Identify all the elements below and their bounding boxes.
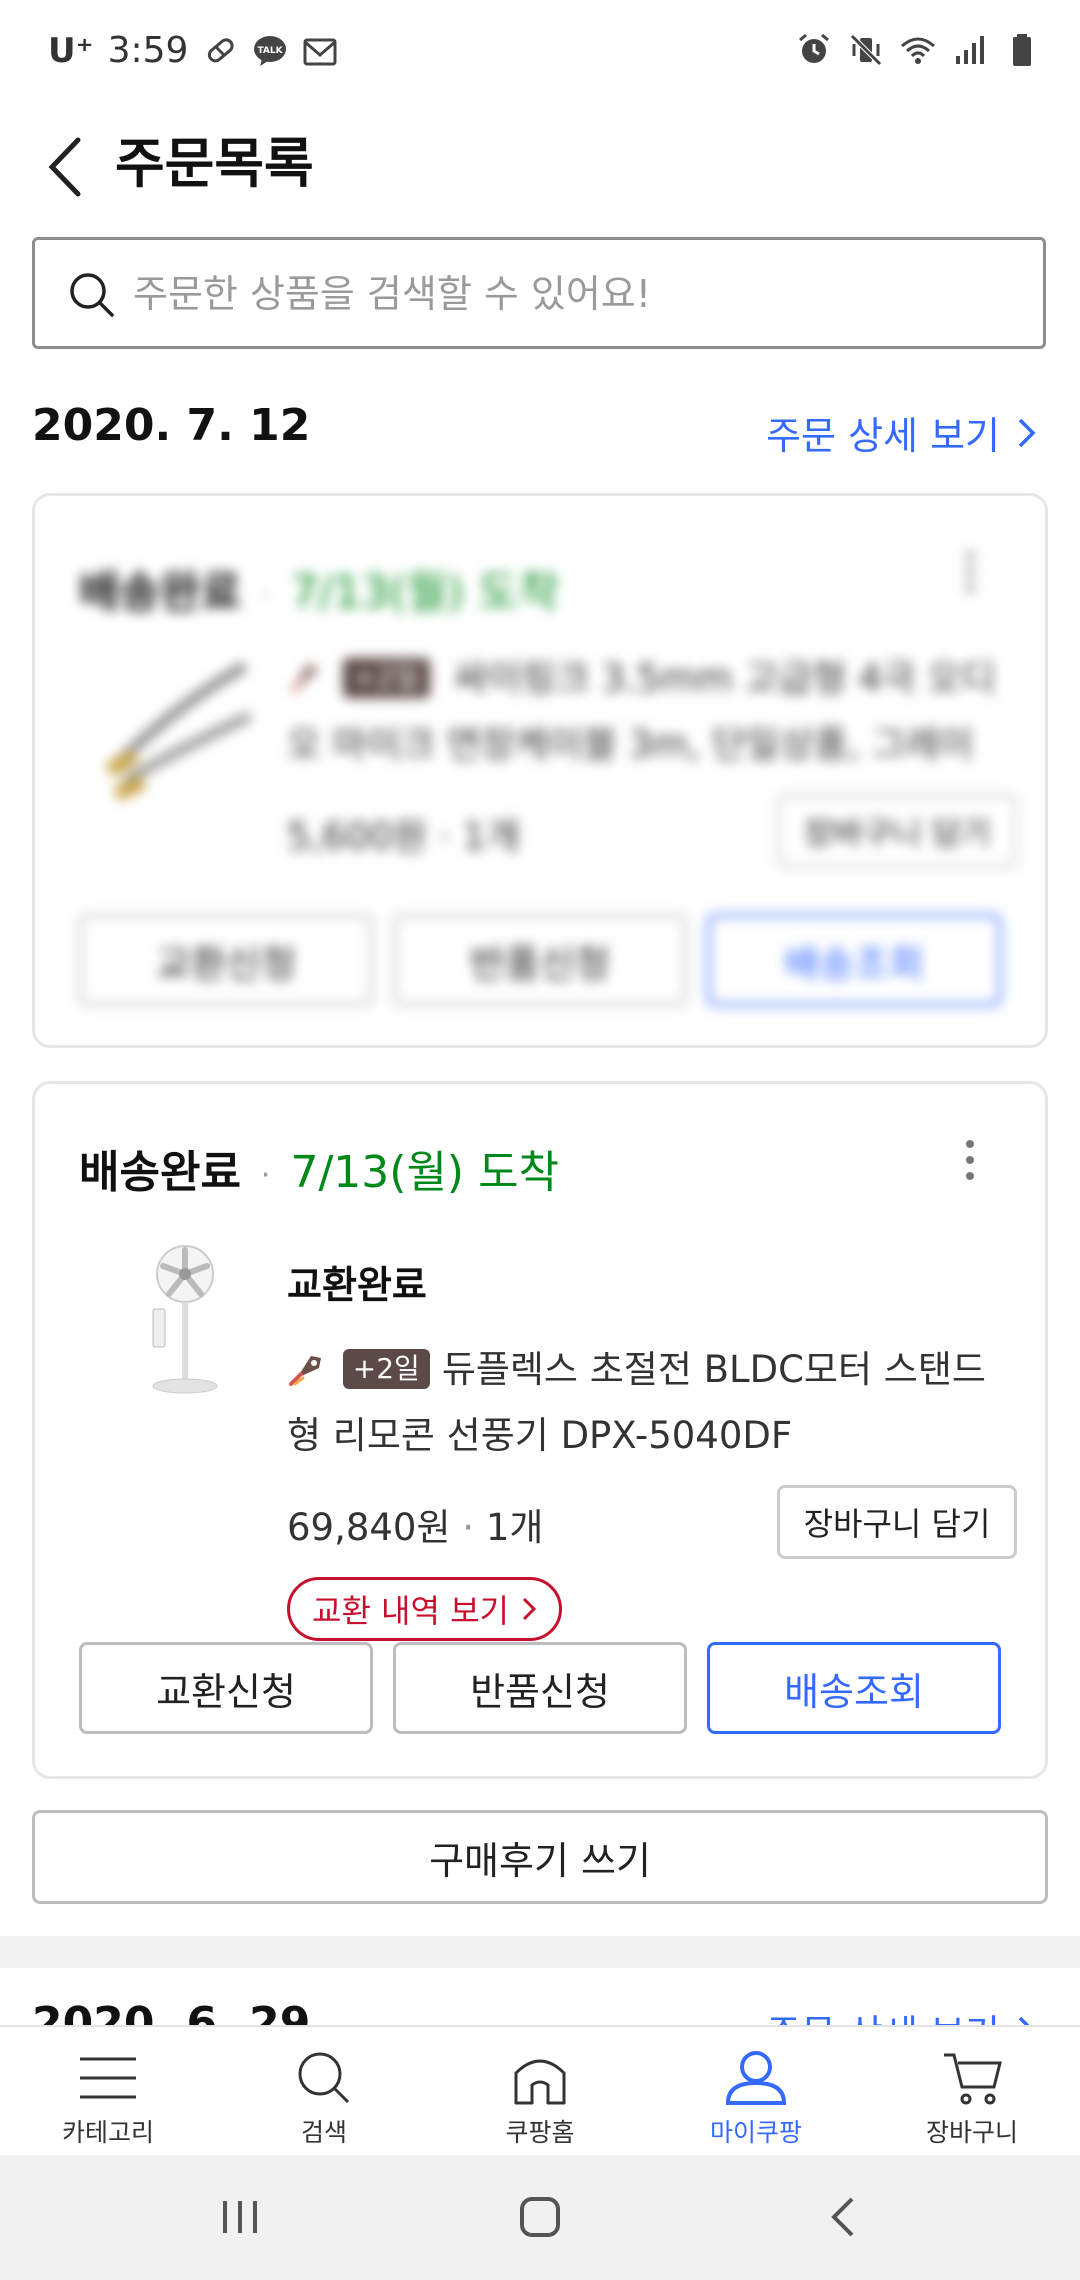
tab-cart[interactable]: 장바구니	[864, 2027, 1080, 2157]
rocket-delivery-icon	[289, 1356, 321, 1386]
delivery-status: 배송완료 · 7/13(월) 도착	[79, 1136, 559, 1200]
tab-category[interactable]: 카테고리	[0, 2027, 216, 2157]
exchange-request-button[interactable]: 교환신청	[79, 914, 373, 1006]
tab-home[interactable]: 쿠팡홈	[432, 2027, 648, 2157]
more-options-icon[interactable]	[955, 1134, 985, 1194]
back-icon[interactable]	[38, 122, 108, 212]
tab-label: 장바구니	[925, 2118, 1018, 2147]
signal-icon	[956, 36, 984, 64]
home-icon	[514, 2059, 566, 2105]
status-label: 배송완료	[79, 567, 241, 618]
order-card-1: 배송완료 · 7/13(월) 도착 +2일 싸이링크 3.5mm 고급형 4극 …	[32, 493, 1048, 1048]
tab-search[interactable]: 검색	[216, 2027, 432, 2157]
more-options-icon[interactable]	[955, 546, 985, 606]
price: 5,600원 · 1개	[287, 815, 520, 858]
pill-icon	[208, 37, 235, 62]
status-label: 배송완료	[79, 1147, 241, 1198]
menu-icon	[80, 2057, 136, 2099]
search-icon	[70, 273, 114, 317]
add-to-cart-button[interactable]: 장바구니 담기	[777, 1485, 1017, 1559]
tab-label: 쿠팡홈	[505, 2118, 575, 2147]
status-separator: ·	[260, 577, 271, 613]
battery-icon	[1013, 34, 1031, 66]
order-detail-link[interactable]: 주문 상세 보기	[766, 405, 1038, 460]
exchange-status: 교환완료	[287, 1263, 427, 1307]
track-delivery-button[interactable]: 배송조회	[707, 1642, 1001, 1734]
status-bar-right	[796, 32, 1040, 68]
product-info: 교환완료 +2일 듀플렉스 초절전 BLDC모터 스탠드형 리모콘 선풍기 DPX…	[287, 1254, 1017, 1641]
clock: 3:59	[107, 30, 189, 71]
status-separator: ·	[260, 1157, 271, 1193]
page-title: 주문목록	[115, 132, 314, 195]
quantity: 1개	[485, 1506, 544, 1549]
bottom-tab-bar: 카테고리 검색 쿠팡홈 마이쿠팡 장바구니	[0, 2025, 1080, 2157]
return-request-button[interactable]: 반품신청	[393, 914, 687, 1006]
search-bar[interactable]	[32, 237, 1046, 349]
status-bar-left: U⁺ 3:59 TALK	[48, 30, 338, 71]
mail-icon	[303, 38, 337, 65]
tab-label: 카테고리	[61, 2118, 154, 2147]
exchange-history-button[interactable]: 교환 내역 보기	[287, 1577, 562, 1641]
rocket-delivery-icon	[291, 665, 319, 693]
home-nav-icon[interactable]	[505, 2185, 575, 2249]
chevron-right-icon	[522, 1597, 537, 1621]
chevron-right-icon	[1018, 418, 1036, 447]
exchange-history-label: 교환 내역 보기	[312, 1592, 509, 1630]
app-header: 주문목록	[0, 110, 1080, 230]
price-value: 5,600원	[287, 815, 427, 858]
track-delivery-button[interactable]: 배송조회	[707, 914, 1001, 1006]
order-date: 2020. 7. 12	[32, 400, 311, 451]
recent-apps-icon[interactable]	[205, 2185, 275, 2249]
arrival-date: 7/13(월) 도착	[290, 1147, 560, 1198]
system-nav-bar	[0, 2155, 1080, 2280]
tab-label: 마이쿠팡	[709, 2118, 802, 2147]
tab-my-coupang[interactable]: 마이쿠팡	[648, 2027, 864, 2157]
delivery-status: 배송완료 · 7/13(월) 도착	[79, 556, 559, 620]
add-to-cart-button[interactable]: 장바구니 담기	[777, 794, 1017, 868]
product-info: +2일 싸이링크 3.5mm 고급형 4극 오디오 마이크 연장케이블 3m, …	[287, 646, 1017, 874]
talk-icon: TALK	[254, 35, 287, 66]
order-detail-label: 주문 상세 보기	[766, 414, 1000, 458]
back-nav-icon[interactable]	[810, 2185, 880, 2249]
price-value: 69,840원	[287, 1506, 451, 1549]
product-name-line[interactable]: +2일 싸이링크 3.5mm 고급형 4극 오디오 마이크 연장케이블 3m, …	[287, 646, 1017, 778]
arrival-date: 7/13(월) 도착	[290, 567, 560, 618]
price: 69,840원 · 1개	[287, 1506, 544, 1549]
quantity: 1개	[462, 815, 520, 858]
talk-badge-text: TALK	[258, 46, 284, 56]
delivery-badge: +2일	[342, 1349, 430, 1389]
product-thumbnail[interactable]	[105, 646, 255, 826]
carrier-label: U⁺	[48, 30, 94, 71]
price-row: 5,600원 · 1개 장바구니 담기	[287, 794, 1017, 874]
return-request-button[interactable]: 반품신청	[393, 1642, 687, 1734]
exchange-request-button[interactable]: 교환신청	[79, 1642, 373, 1734]
tab-label: 검색	[300, 2118, 347, 2147]
section-divider	[0, 1936, 1080, 1968]
vibrate-mute-icon	[850, 34, 882, 66]
search-icon	[298, 2052, 350, 2104]
delivery-badge: +2일	[342, 658, 430, 698]
wifi-icon	[901, 37, 935, 64]
user-icon	[725, 2051, 787, 2105]
search-input[interactable]	[131, 240, 1015, 348]
product-thumbnail[interactable]	[105, 1234, 255, 1414]
price-row: 69,840원 · 1개 장바구니 담기	[287, 1485, 1017, 1565]
action-buttons: 교환신청 반품신청 배송조회	[79, 914, 1001, 1006]
write-review-button[interactable]: 구매후기 쓰기	[32, 1810, 1048, 1904]
cart-icon	[944, 2053, 1002, 2105]
action-buttons: 교환신청 반품신청 배송조회	[79, 1642, 1001, 1734]
order-card-2: 배송완료 · 7/13(월) 도착 교환완료 +2일 듀플렉스 초절전 BLDC모…	[32, 1081, 1048, 1779]
status-bar: U⁺ 3:59 TALK	[0, 0, 1080, 110]
alarm-icon	[799, 33, 829, 63]
product-name-line[interactable]: +2일 듀플렉스 초절전 BLDC모터 스탠드형 리모콘 선풍기 DPX-5040…	[287, 1337, 1017, 1469]
